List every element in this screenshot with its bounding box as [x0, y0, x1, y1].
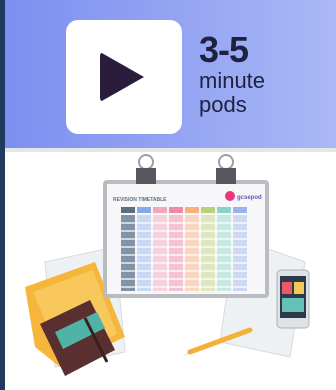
- headline-line-minute: minute: [199, 68, 266, 93]
- brand-name: gcsepod: [237, 195, 262, 201]
- revision-timetable-illustration: REVISION TIMETABLE gcsepod: [25, 154, 310, 376]
- play-button[interactable]: [66, 20, 182, 134]
- phone-app-tile: [282, 298, 304, 312]
- phone-app-tile: [282, 282, 292, 294]
- video-banner[interactable]: 3-5 minute pods: [5, 0, 336, 148]
- binder-clip: [136, 168, 156, 184]
- phone-app-tile: [294, 282, 304, 294]
- clip-ring: [138, 154, 154, 170]
- board-title: REVISION TIMETABLE: [113, 197, 167, 203]
- headline-line-pods: pods: [199, 92, 247, 117]
- binder-clip: [216, 168, 236, 184]
- brand-logo-icon: [225, 191, 235, 201]
- play-icon: [100, 52, 144, 102]
- banner-headline: 3-5 minute pods: [199, 32, 265, 116]
- headline-number: 3-5: [199, 29, 249, 70]
- clip-ring: [218, 154, 234, 170]
